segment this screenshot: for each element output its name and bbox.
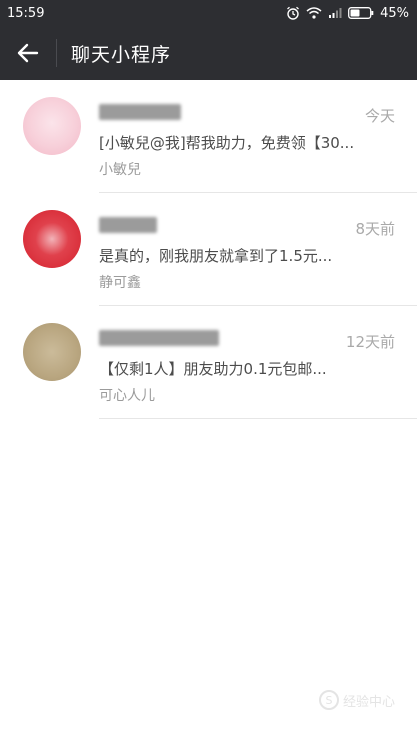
divider — [99, 418, 417, 419]
message-preview: 【仅剩1人】朋友助力0.1元包邮... — [99, 360, 327, 378]
s-logo-icon: S — [318, 690, 339, 710]
message-preview: [小敏兒@我]帮我助力，免费领【30... — [99, 134, 355, 152]
status-bar: 15:59 45% — [0, 0, 417, 26]
watermark-text: 经验中心 — [342, 694, 395, 710]
sender-name: 小敏兒 — [99, 162, 141, 178]
avatar — [23, 323, 81, 381]
chat-time: 8天前 — [355, 220, 395, 238]
status-icons: 45% — [286, 6, 409, 21]
chat-list: 今天 [小敏兒@我]帮我助力，免费领【30... 小敏兒 8天前 是真的，刚我朋… — [0, 80, 417, 419]
title-bar: 聊天小程序 — [0, 26, 417, 80]
contact-name-redacted — [99, 330, 219, 346]
battery-icon — [348, 7, 374, 19]
chat-item[interactable]: 今天 [小敏兒@我]帮我助力，免费领【30... 小敏兒 — [0, 80, 417, 193]
signal-icon — [329, 8, 342, 18]
avatar — [23, 97, 81, 155]
chat-item[interactable]: 12天前 【仅剩1人】朋友助力0.1元包邮... 可心人儿 — [0, 306, 417, 419]
sender-name: 可心人儿 — [99, 388, 155, 404]
avatar — [23, 210, 81, 268]
watermark: S 经验中心 — [318, 690, 395, 710]
alarm-icon — [287, 6, 300, 20]
arrow-left-icon — [17, 43, 39, 63]
wifi-icon — [306, 7, 322, 19]
contact-name-redacted — [99, 217, 157, 233]
message-preview: 是真的，刚我朋友就拿到了1.5元... — [99, 247, 333, 265]
status-time: 15:59 — [7, 5, 45, 21]
title-divider — [56, 39, 57, 67]
chat-time: 12天前 — [345, 333, 395, 351]
contact-name-redacted — [99, 104, 181, 120]
chat-time: 今天 — [364, 107, 395, 125]
sender-name: 静可鑫 — [99, 275, 141, 291]
chat-item[interactable]: 8天前 是真的，刚我朋友就拿到了1.5元... 静可鑫 — [0, 193, 417, 306]
battery-percent: 45% — [380, 5, 409, 21]
back-button[interactable] — [0, 26, 56, 80]
page-title: 聊天小程序 — [71, 43, 172, 66]
